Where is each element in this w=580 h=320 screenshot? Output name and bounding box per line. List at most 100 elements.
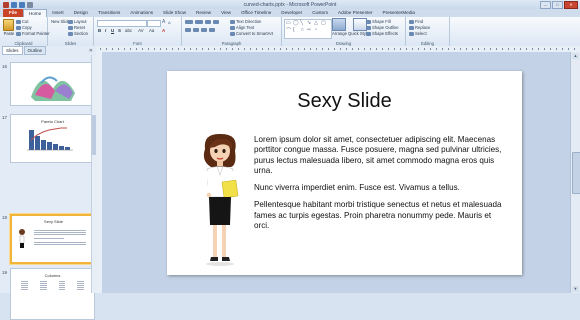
shape-outline-button[interactable]: Shape Outline <box>366 25 399 30</box>
section-icon <box>68 31 73 36</box>
tab-transitions[interactable]: Transitions <box>93 9 125 17</box>
justify-icon[interactable] <box>209 28 215 32</box>
grow-font-icon[interactable]: A <box>162 19 165 25</box>
slides-pane: Slides Outline ✕ 16 17 Pareto Chart 18 S… <box>0 46 97 320</box>
paintbrush-icon <box>16 31 21 36</box>
section-button[interactable]: Section <box>68 31 88 36</box>
paste-button[interactable]: Paste <box>3 19 15 36</box>
reset-button[interactable]: Reset <box>68 25 85 30</box>
ruler-tick <box>280 48 281 50</box>
vertical-scrollbar[interactable]: ▲ ▼ <box>570 52 580 293</box>
change-case-button[interactable]: Aa <box>149 28 154 33</box>
ruler-tick <box>208 48 209 50</box>
numbering-icon[interactable] <box>195 20 203 24</box>
tab-adobe-presenter[interactable]: Adobe Presenter <box>333 9 377 17</box>
close-button[interactable]: ✕ <box>564 1 578 9</box>
arrange-button[interactable]: Arrange <box>332 18 347 36</box>
align-text-button[interactable]: Align Text <box>230 25 254 30</box>
tab-office-timeline[interactable]: Office Timeline <box>236 9 276 17</box>
editing-group: Find Replace Select Editing <box>406 17 450 46</box>
maximize-button[interactable]: □ <box>552 1 563 9</box>
underline-button[interactable]: U <box>111 28 114 33</box>
triangle-shape-icon[interactable]: △ <box>314 20 318 26</box>
body-paragraph[interactable]: Nunc viverra imperdiet enim. Fusce est. … <box>254 183 508 193</box>
brace-shape-icon[interactable]: { <box>293 27 295 33</box>
ruler-tick <box>394 48 395 50</box>
line-shape-icon[interactable]: ╲ <box>300 20 303 26</box>
tab-animations[interactable]: Animations <box>125 9 158 17</box>
font-size-combobox[interactable] <box>147 20 161 27</box>
ruler-tick <box>136 48 137 50</box>
cut-button[interactable]: Cut <box>16 19 29 24</box>
block-arrow-shape-icon[interactable]: ⇨ <box>307 27 311 33</box>
tab-insert[interactable]: Insert <box>47 9 69 17</box>
scroll-down-icon[interactable]: ▼ <box>572 286 579 292</box>
arrow-shape-icon[interactable]: ➘ <box>307 20 311 26</box>
star-shape-icon[interactable]: ☆ <box>300 27 304 33</box>
select-button[interactable]: Select <box>409 31 427 36</box>
shape-fill-button[interactable]: Shape Fill <box>366 19 391 24</box>
shape-effects-button[interactable]: Shape Effects <box>366 31 398 36</box>
shapes-gallery[interactable]: ▭ ◯ ╲ ➘ △ ▢ ⌒ { ☆ ⇨ ◔ <box>284 19 332 39</box>
character-spacing-button[interactable]: AV <box>138 28 144 33</box>
align-left-icon[interactable] <box>185 28 191 32</box>
smartart-icon <box>230 31 235 36</box>
slide-body-text[interactable]: Lorem ipsum dolor sit amet, consectetuer… <box>254 135 508 238</box>
bullets-icon[interactable] <box>185 20 193 24</box>
tab-developer[interactable]: Developer <box>276 9 307 17</box>
curve-shape-icon[interactable]: ⌒ <box>286 27 291 34</box>
ruler-tick <box>364 48 365 50</box>
slide-thumbnail-17[interactable]: Pareto Chart <box>10 114 95 163</box>
effects-icon <box>366 31 371 36</box>
slide-thumbnail-16[interactable] <box>10 62 95 106</box>
ruler-tick <box>220 48 221 50</box>
rounded-rect-shape-icon[interactable]: ▢ <box>321 20 326 26</box>
ruler-tick <box>340 48 341 50</box>
tab-review[interactable]: Review <box>191 9 216 17</box>
align-right-icon[interactable] <box>201 28 207 32</box>
copy-button[interactable]: Copy <box>16 25 32 30</box>
format-painter-button[interactable]: Format Painter <box>16 31 50 36</box>
tab-slides[interactable]: Slides <box>2 46 23 55</box>
decrease-indent-icon[interactable] <box>205 20 211 24</box>
align-center-icon[interactable] <box>193 28 199 32</box>
replace-button[interactable]: Replace <box>409 25 430 30</box>
ruler-tick <box>304 48 305 50</box>
font-color-button[interactable]: A <box>162 28 165 33</box>
convert-smartart-button[interactable]: Convert to SmartArt <box>230 31 273 36</box>
scroll-thumb[interactable] <box>572 152 580 194</box>
callout-shape-icon[interactable]: ◔ <box>314 27 317 33</box>
text-direction-button[interactable]: Text Direction <box>230 19 261 24</box>
minimize-button[interactable]: – <box>540 1 551 9</box>
ruler-tick <box>328 48 329 50</box>
bold-button[interactable]: B <box>98 28 101 33</box>
tab-custom[interactable]: Custom <box>307 9 333 17</box>
font-name-combobox[interactable] <box>97 20 147 27</box>
slide-title[interactable]: Sexy Slide <box>167 90 522 113</box>
tab-design[interactable]: Design <box>69 9 93 17</box>
rectangle-shape-icon[interactable]: ▭ <box>286 20 291 26</box>
slide-thumbnail-18[interactable]: Sexy Slide <box>10 214 97 264</box>
tab-home[interactable]: Home <box>22 9 48 17</box>
ruler-tick <box>400 48 401 50</box>
strikethrough-button[interactable]: abc <box>125 28 132 33</box>
layout-button[interactable]: Layout <box>68 19 87 24</box>
tab-presentermedia[interactable]: PresenterMedia <box>378 9 420 17</box>
scroll-up-icon[interactable]: ▲ <box>572 53 579 59</box>
tab-outline[interactable]: Outline <box>23 46 47 55</box>
oval-shape-icon[interactable]: ◯ <box>293 20 299 26</box>
italic-button[interactable]: I <box>105 28 106 33</box>
body-paragraph[interactable]: Lorem ipsum dolor sit amet, consectetuer… <box>254 135 508 176</box>
increase-indent-icon[interactable] <box>213 20 219 24</box>
tab-file[interactable]: File <box>3 9 23 17</box>
tab-slide-show[interactable]: Slide Show <box>158 9 191 17</box>
thumb-number: 18 <box>2 215 8 220</box>
current-slide[interactable]: Sexy Slide Lorem ipsum dolor sit amet, c… <box>167 71 522 275</box>
shadow-button[interactable]: S <box>118 28 121 33</box>
body-paragraph[interactable]: Pellentesque habitant morbi tristique se… <box>254 200 508 231</box>
slide-thumbnail-19[interactable]: Columns <box>10 268 95 320</box>
shrink-font-icon[interactable]: A <box>168 20 171 25</box>
find-button[interactable]: Find <box>409 19 423 24</box>
close-pane-icon[interactable]: ✕ <box>89 48 93 54</box>
tab-view[interactable]: View <box>216 9 236 17</box>
